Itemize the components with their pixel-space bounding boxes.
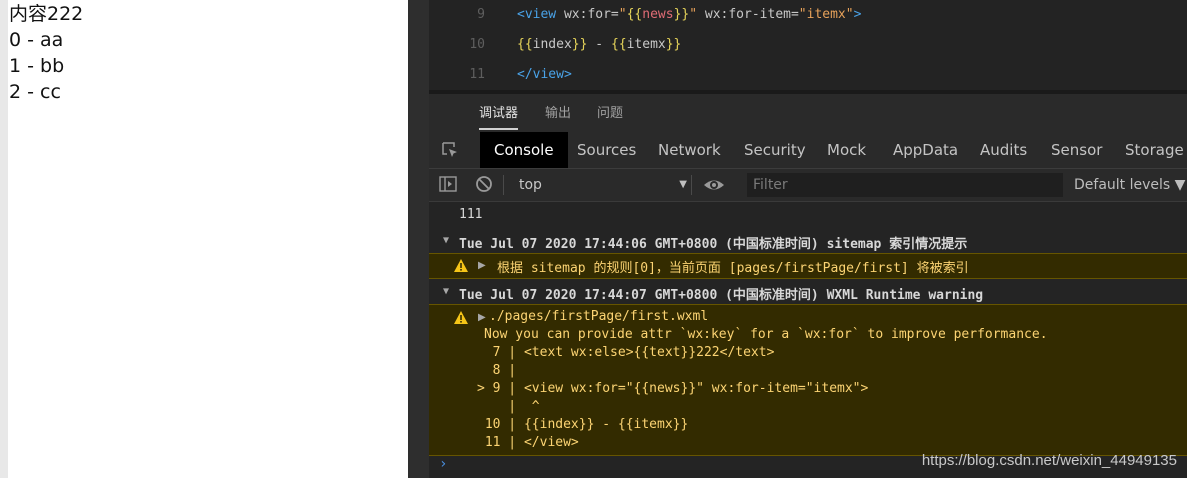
tab-network[interactable]: Network	[658, 132, 721, 168]
code-tag: <view	[517, 7, 564, 22]
code-frame-line: | ^	[477, 399, 540, 414]
code-mustache: {{	[517, 37, 533, 52]
toolbar-divider	[503, 175, 504, 195]
context-value: top	[519, 177, 542, 193]
sim-list-item: 1 - bb	[9, 55, 65, 77]
sidebar-toggle-icon[interactable]	[439, 176, 457, 192]
tab-security[interactable]: Security	[744, 132, 806, 168]
expanded-triangle-icon: ▼	[443, 286, 450, 297]
watermark-text: https://blog.csdn.net/weixin_44949135	[921, 452, 1177, 469]
code-text: -	[587, 37, 611, 52]
tab-output[interactable]: 输出	[545, 94, 571, 132]
tab-audits[interactable]: Audits	[980, 132, 1027, 168]
code-tag: >	[853, 7, 862, 22]
expanded-triangle-icon: ▼	[443, 235, 450, 246]
toolbar-divider	[691, 175, 692, 195]
code-mustache: }}	[665, 37, 682, 52]
code-frame-line: 8 |	[477, 363, 517, 378]
line-number: 9	[477, 7, 485, 22]
code-frame-line: 10 | {{index}} - {{itemx}}	[477, 417, 689, 432]
warning-source-file[interactable]: ./pages/firstPage/first.wxml	[489, 309, 708, 324]
console-warning[interactable]: ▶ ./pages/firstPage/first.wxml Now you c…	[429, 304, 1187, 456]
console-log: 111	[459, 207, 483, 222]
code-attr: wx:for-item=	[697, 7, 799, 22]
dropdown-arrow-icon: ▼	[679, 179, 687, 190]
tab-problems[interactable]: 问题	[597, 94, 623, 132]
tab-appdata[interactable]: AppData	[893, 132, 958, 168]
tab-storage[interactable]: Storage	[1125, 132, 1184, 168]
group-title: Tue Jul 07 2020 17:44:07 GMT+0800 (中国标准时…	[459, 288, 984, 303]
code-var: index	[532, 37, 572, 52]
code-var: itemx	[626, 37, 666, 52]
code-frame-line: 11 | </view>	[477, 435, 579, 450]
console-prompt-icon[interactable]: ›	[439, 456, 447, 472]
code-tag: </view>	[517, 67, 572, 82]
collapsed-triangle-icon[interactable]: ▶	[478, 260, 486, 271]
clear-console-icon[interactable]	[475, 175, 493, 193]
context-select[interactable]: top ▼	[509, 169, 687, 201]
warning-text: 根据 sitemap 的规则[0]，当前页面 [pages/firstPage/…	[497, 261, 969, 276]
console-group-header[interactable]: ▼ Tue Jul 07 2020 17:44:06 GMT+0800 (中国标…	[443, 233, 968, 252]
warning-icon	[454, 259, 468, 272]
code-frame-line: 7 | <text wx:else>{{text}}222</text>	[477, 345, 775, 360]
simulator-viewport: 内容222 0 - aa 1 - bb 2 - cc	[8, 0, 408, 478]
code-quote: "	[689, 7, 698, 22]
tab-debugger[interactable]: 调试器	[479, 94, 519, 132]
group-title: Tue Jul 07 2020 17:44:06 GMT+0800 (中国标准时…	[459, 237, 968, 252]
code-line: 10 {{index}} - {{itemx}}	[429, 30, 1187, 60]
code-line: 11 </view>	[429, 60, 1187, 90]
filter-input[interactable]	[747, 173, 1063, 197]
pane-divider[interactable]	[408, 0, 429, 478]
console-toolbar: top ▼ Default levels ▼	[429, 169, 1187, 202]
code-mustache: }}	[571, 37, 588, 52]
code-mustache: {{	[610, 37, 627, 52]
inspect-element-icon[interactable]	[441, 141, 459, 159]
log-levels-dropdown[interactable]: Default levels ▼	[1074, 169, 1185, 201]
code-editor[interactable]: 9 <view wx:for="{{news}}" wx:for-item="i…	[429, 0, 1187, 90]
code-string: "itemx"	[798, 7, 854, 22]
code-quote: "	[618, 7, 627, 22]
code-var: news	[642, 7, 674, 22]
sim-list-item: 0 - aa	[9, 29, 64, 51]
devtools-tabbar: Console Sources Network Security Mock Ap…	[429, 132, 1187, 169]
line-number: 10	[469, 37, 485, 52]
code-frame-line: > 9 | <view wx:for="{{news}}" wx:for-ite…	[477, 381, 869, 396]
code-mustache: }}	[673, 7, 690, 22]
warning-text: Now you can provide attr `wx:key` for a …	[484, 327, 1048, 342]
sim-list-item: 2 - cc	[9, 81, 61, 103]
tab-mock[interactable]: Mock	[827, 132, 866, 168]
sim-text-line: 内容222	[9, 3, 84, 25]
live-expression-eye-icon[interactable]	[703, 176, 725, 194]
ide-pane: 9 <view wx:for="{{news}}" wx:for-item="i…	[429, 0, 1187, 478]
collapsed-triangle-icon[interactable]: ▶	[478, 312, 486, 323]
code-mustache: {{	[626, 7, 643, 22]
tab-sensor[interactable]: Sensor	[1051, 132, 1102, 168]
code-line: 9 <view wx:for="{{news}}" wx:for-item="i…	[429, 0, 1187, 30]
bottom-panel-tabs: 调试器 输出 问题	[429, 94, 1187, 132]
console-warning[interactable]: ▶ 根据 sitemap 的规则[0]，当前页面 [pages/firstPag…	[429, 253, 1187, 279]
console-group-header[interactable]: ▼ Tue Jul 07 2020 17:44:07 GMT+0800 (中国标…	[443, 284, 984, 303]
simulator-pane: 内容222 0 - aa 1 - bb 2 - cc	[0, 0, 408, 478]
line-number: 11	[469, 67, 485, 82]
console-output[interactable]: 111 ▼ Tue Jul 07 2020 17:44:06 GMT+0800 …	[429, 202, 1187, 478]
code-attr: wx:for=	[563, 7, 619, 22]
warning-icon	[454, 311, 468, 324]
tab-sources[interactable]: Sources	[577, 132, 636, 168]
tab-console[interactable]: Console	[480, 132, 568, 168]
